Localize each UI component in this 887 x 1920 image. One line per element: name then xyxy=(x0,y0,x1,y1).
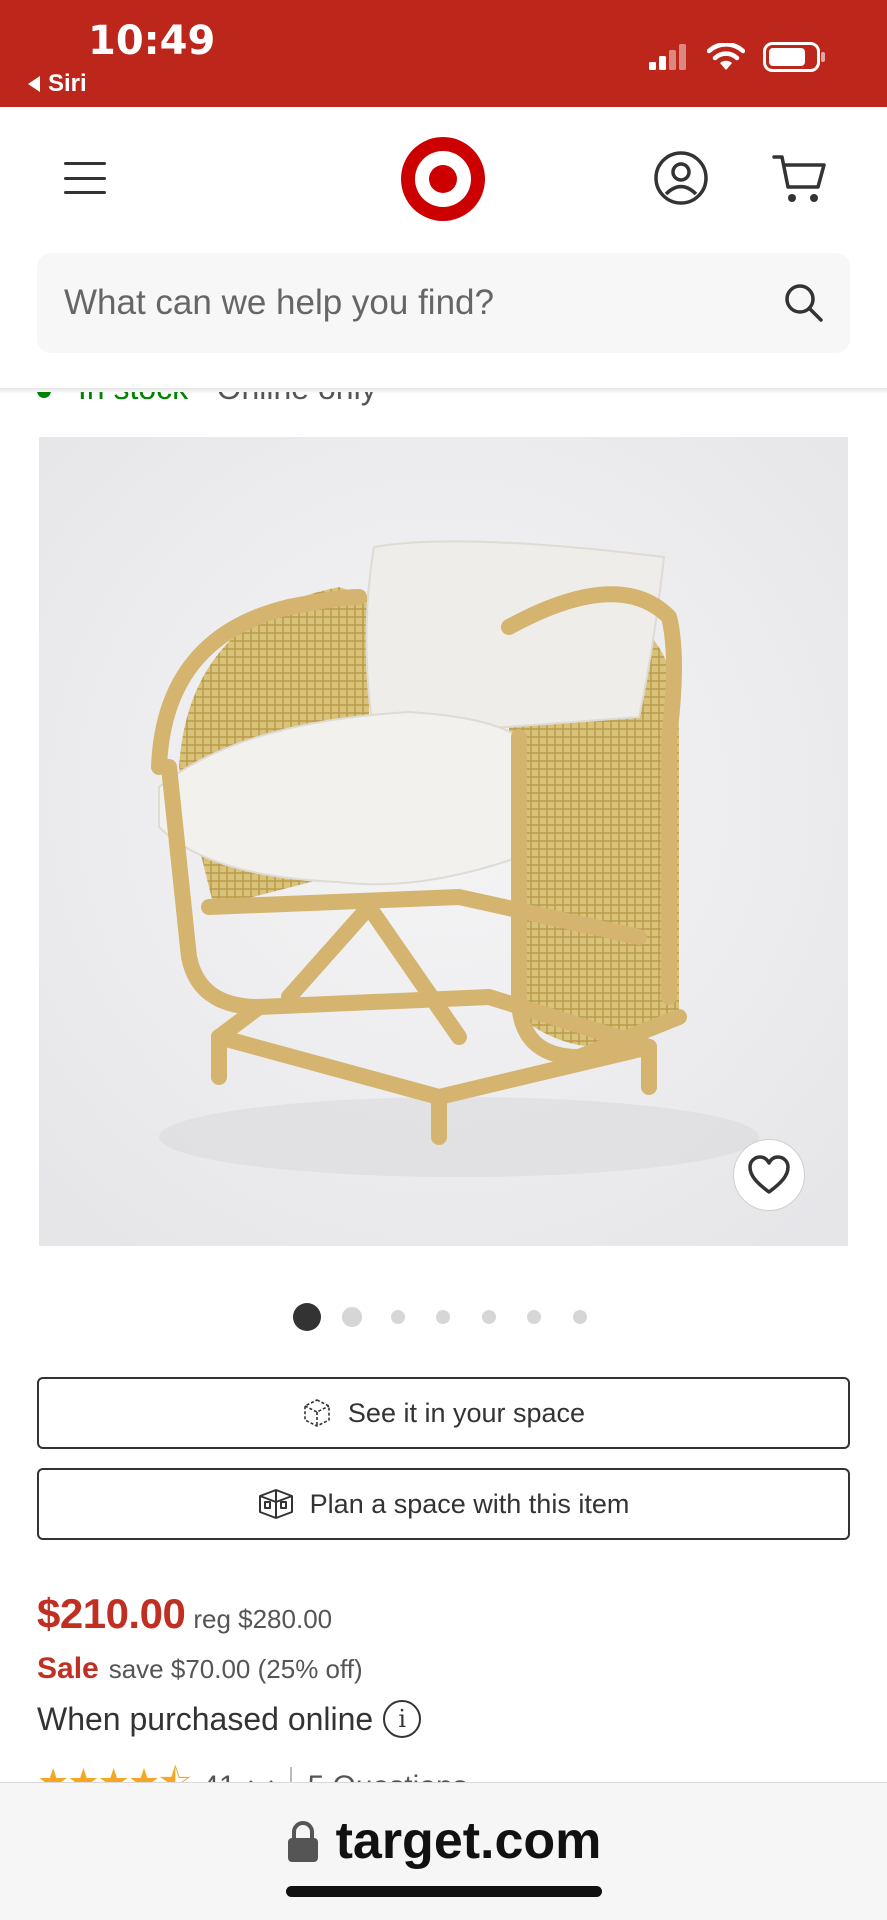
ar-cube-icon xyxy=(304,1399,330,1427)
purchase-note-row: When purchased online i xyxy=(37,1700,422,1738)
stock-status: In stock xyxy=(78,392,188,406)
search-bar[interactable] xyxy=(37,253,850,353)
carousel-dot[interactable] xyxy=(573,1310,587,1324)
purchase-note: When purchased online xyxy=(37,1700,374,1737)
divider xyxy=(289,1766,292,1782)
plan-a-space-button[interactable]: Plan a space with this item xyxy=(37,1468,850,1540)
url-text: target.com xyxy=(335,1812,602,1870)
cellular-signal-icon xyxy=(649,44,686,70)
carousel-dot[interactable] xyxy=(342,1307,362,1327)
status-icons xyxy=(649,42,827,72)
carousel-dot-active[interactable] xyxy=(293,1303,321,1331)
heart-icon xyxy=(748,1155,790,1194)
in-stock-dot-icon xyxy=(37,392,51,398)
see-it-in-your-space-button[interactable]: See it in your space xyxy=(37,1377,850,1449)
battery-icon xyxy=(763,42,825,72)
questions-link[interactable]: 5 Questions xyxy=(308,1770,468,1783)
stock-status-row: In stock · Online only xyxy=(0,392,887,406)
carousel-dots xyxy=(0,1303,887,1333)
favorite-button[interactable] xyxy=(733,1139,805,1211)
stock-availability: Online only xyxy=(217,392,377,406)
info-icon[interactable]: i xyxy=(383,1700,422,1738)
back-arrow-icon xyxy=(28,76,40,92)
carousel-dot[interactable] xyxy=(482,1310,496,1324)
room-planner-icon xyxy=(258,1489,293,1519)
back-to-siri-link[interactable]: Siri xyxy=(28,70,87,98)
status-bar: 10:49 Siri xyxy=(0,0,887,107)
search-input[interactable] xyxy=(64,253,764,353)
menu-icon[interactable] xyxy=(64,162,106,194)
see-it-label: See it in your space xyxy=(347,1397,586,1428)
sale-savings: save $70.00 (25% off) xyxy=(108,1654,363,1684)
home-indicator[interactable] xyxy=(286,1886,602,1897)
search-icon[interactable] xyxy=(784,283,824,323)
browser-url-bar[interactable]: target.com xyxy=(0,1782,887,1920)
star-rating-icon[interactable]: ★★★★⯪ xyxy=(37,1756,192,1782)
lock-icon xyxy=(287,1821,318,1862)
sale-label: Sale xyxy=(37,1652,99,1685)
product-image[interactable] xyxy=(39,437,848,1246)
carousel-dot[interactable] xyxy=(391,1310,405,1324)
regular-price: reg $280.00 xyxy=(193,1604,333,1634)
app-header xyxy=(0,107,887,250)
status-time: 10:49 xyxy=(88,18,216,64)
rating-count[interactable]: 41 xyxy=(202,1770,235,1783)
carousel-dot[interactable] xyxy=(527,1310,541,1324)
wifi-icon xyxy=(707,43,745,70)
account-icon[interactable] xyxy=(654,151,708,205)
back-label: Siri xyxy=(48,70,87,97)
carousel-dot[interactable] xyxy=(436,1310,450,1324)
sale-row: Sale save $70.00 (25% off) xyxy=(37,1652,363,1686)
rattan-chair-image xyxy=(39,437,848,1246)
ratings-row: ★★★★⯪ 41 5 Questions xyxy=(0,1748,887,1782)
price-row: $210.00 reg $280.00 xyxy=(37,1590,332,1638)
plan-space-label: Plan a space with this item xyxy=(309,1488,630,1519)
current-price: $210.00 xyxy=(37,1590,186,1637)
stock-separator: · xyxy=(197,392,208,406)
cart-icon[interactable] xyxy=(772,153,826,205)
target-logo[interactable] xyxy=(401,137,485,221)
